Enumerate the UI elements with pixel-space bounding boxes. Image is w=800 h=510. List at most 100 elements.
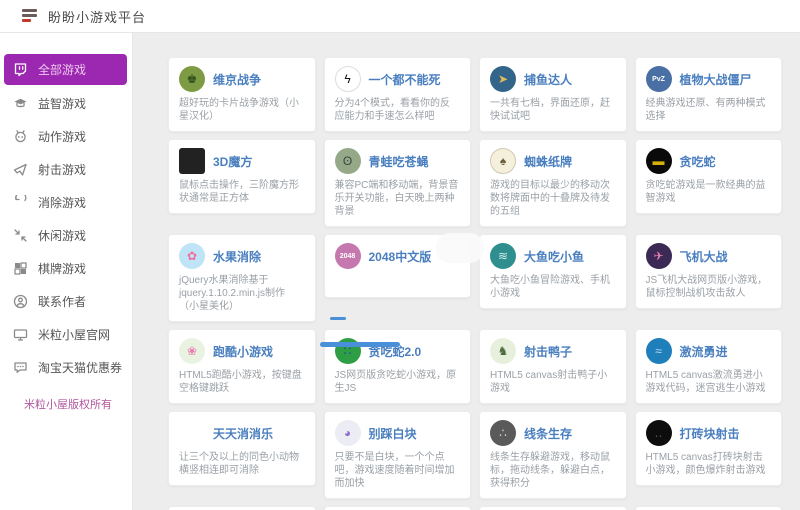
copyright-link[interactable]: 米粒小屋版权所有 [0,396,132,412]
sidebar-item-4[interactable]: 消除游戏 [0,186,132,219]
game-title: 水果消除 [213,248,261,265]
sidebar-item-label: 消除游戏 [38,194,86,211]
sidebar-item-0[interactable]: 全部游戏 [4,54,127,85]
daily-crush-icon [179,420,205,446]
game-description: HTML5 canvas激流勇进小游戏代码，迷宫逃生小游戏 [646,369,772,395]
game-card-fishing-master[interactable]: ➤捕鱼达人一共有七档，界面还原，赶快试试吧 [479,57,627,132]
game-card-parkour[interactable]: ❀跑酷小游戏 HTML5跑酷小游戏，按键盘空格键跳跃 [168,329,316,404]
sidebar: 全部游戏益智游戏动作游戏射击游戏消除游戏休闲游戏棋牌游戏联系作者米粒小屋官网淘宝… [0,32,133,510]
game-card-header: ♠蜘蛛纸牌 [490,148,616,174]
brick-shooter-icon: ‥ [646,420,672,446]
frog-eats-flies-icon: ʘ [335,148,361,174]
game-description: 分为4个模式，看看你的反应能力和手速怎么样吧 [335,97,461,123]
game-card-line-survival[interactable]: ∴线条生存线条生存躲避游戏，移动鼠标，拖动线条，躲避白点，获得积分 [479,411,627,499]
2048-chinese-icon: 2048 [335,243,361,269]
game-title: 天天消消乐 [213,425,273,442]
gamepad-twitch-icon [13,62,28,77]
app-logo-icon [22,9,37,23]
game-card-shoot-ducks[interactable]: ♞射击鸭子HTML5 canvas射击鸭子小游戏 [479,329,627,404]
game-card-defend-planet-shooter[interactable]: ☄保卫星球射击星球防御游戏，太空战机为阻止星球遭遇小行星撞击 [168,506,316,510]
game-card-header: ◕别踩白块 [335,420,461,446]
game-card-fruit-crush[interactable]: ✿水果消除jQuery水果消除基于jquery.1.10.2.min.js制作（… [168,234,316,322]
sidebar-item-6[interactable]: 棋牌游戏 [0,252,132,285]
game-title: 大鱼吃小鱼 [524,248,584,265]
game-grid: ♚维京战争超好玩的卡片战争游戏（小星汉化）ϟ一个都不能死分为4个模式，看看你的反… [133,32,800,510]
game-card-header: ♞射击鸭子 [490,338,616,364]
game-card-3d-cube[interactable]: 3D魔方鼠标点击操作，三阶魔方形状通常是正方体 [168,139,316,214]
game-card-frog-eats-flies[interactable]: ʘ青蛙吃苍蝇兼容PC端和移动端，背景音乐开关功能，白天晚上两种背景 [324,139,472,227]
top-header: 盼盼小游戏平台 [0,0,800,33]
plane-war-icon: ✈ [646,243,672,269]
game-title: 打砖块射击 [680,425,740,442]
sidebar-item-9[interactable]: 淘宝天猫优惠券 [0,351,132,384]
game-title: 植物大战僵尸 [680,71,752,88]
game-description: HTML5 canvas打砖块射击小游戏，颜色爆炸射击游戏 [646,451,772,477]
fruit-crush-icon: ✿ [179,243,205,269]
game-description: 让三个及以上的同色小动物横竖相连即可消除 [179,451,305,477]
game-card-dont-tap-white-tile[interactable]: ◕别踩白块只要不是白块，一个个点吧，游戏速度随着时间增加而加快 [324,411,472,499]
game-card-big-fish-eats-small-fish[interactable]: ≋ 大鱼吃小鱼大鱼吃小鱼冒险游戏、手机小游戏 [479,234,627,309]
game-card-snake-2[interactable]: ∷贪吃蛇2.0JS网页版贪吃蛇小游戏，原生JS [324,329,472,404]
game-card-header: 天天消消乐 [179,420,305,446]
line-survival-icon: ∴ [490,420,516,446]
alien-face-icon [13,129,28,144]
game-card-no-one-can-die[interactable]: ϟ一个都不能死分为4个模式，看看你的反应能力和手速怎么样吧 [324,57,472,132]
game-card-header: ‥ 打砖块射击 [646,420,772,446]
game-description: 鼠标点击操作，三阶魔方形状通常是正方体 [179,179,305,205]
game-card-header: ✿ 水果消除 [179,243,305,269]
paper-plane-icon [13,162,28,177]
sidebar-item-2[interactable]: 动作游戏 [0,120,132,153]
game-row: 3D魔方鼠标点击操作，三阶魔方形状通常是正方体ʘ青蛙吃苍蝇兼容PC端和移动端，背… [168,139,782,227]
sidebar-item-1[interactable]: 益智游戏 [0,87,132,120]
game-card-pacman[interactable]: ◗吃豆人按［空格］开始或暂停、继续，键盘方向键进行游戏 [324,506,472,510]
sidebar-item-8[interactable]: 米粒小屋官网 [0,318,132,351]
user-circle-icon [13,294,28,309]
game-card-header: PvZ 植物大战僵尸 [646,66,772,92]
3d-cube-icon [179,148,205,174]
game-card-tetris[interactable]: ✚俄罗斯方块界面简洁，难度可选：简单、一般、困难，键盘操作 [635,506,783,510]
sidebar-item-label: 米粒小屋官网 [38,326,110,343]
sidebar-item-label: 休闲游戏 [38,227,86,244]
comment-dots-icon [13,360,28,375]
game-card-plants-vs-zombies[interactable]: PvZ植物大战僵尸经典游戏还原、有两种模式选择 [635,57,783,132]
sidebar-item-label: 淘宝天猫优惠券 [38,359,122,376]
game-card-header: ʘ青蛙吃苍蝇 [335,148,461,174]
game-card-header: ϟ一个都不能死 [335,66,461,92]
game-row: ♚维京战争超好玩的卡片战争游戏（小星汉化）ϟ一个都不能死分为4个模式，看看你的反… [168,57,782,132]
game-card-header: ♚维京战争 [179,66,305,92]
big-fish-eats-small-fish-icon: ≋ [490,243,516,269]
parkour-icon: ❀ [179,338,205,364]
game-description: HTML5跑酷小游戏，按键盘空格键跳跃 [179,369,305,395]
game-description: 只要不是白块，一个个点吧，游戏速度随着时间增加而加快 [335,451,461,490]
game-card-plane-war[interactable]: ✈飞机大战JS飞机大战网页版小游戏，鼠标控制战机攻击敌人 [635,234,783,309]
game-description: JS网页版贪吃蛇小游戏，原生JS [335,369,461,395]
game-card-daily-crush[interactable]: 天天消消乐让三个及以上的同色小动物横竖相连即可消除 [168,411,316,486]
game-card-header: ✈飞机大战 [646,243,772,269]
game-title: 贪吃蛇 [680,153,716,170]
game-description: 超好玩的卡片战争游戏（小星汉化） [179,97,305,123]
game-card-rapids-adventure[interactable]: ≈ 激流勇进 HTML5 canvas激流勇进小游戏代码，迷宫逃生小游戏 [635,329,783,404]
game-description: 大鱼吃小鱼冒险游戏、手机小游戏 [490,274,616,300]
sidebar-item-7[interactable]: 联系作者 [0,285,132,318]
viking-war-icon: ♚ [179,66,205,92]
game-row: ❀跑酷小游戏 HTML5跑酷小游戏，按键盘空格键跳跃 ∷贪吃蛇2.0JS网页版贪吃蛇… [168,329,782,404]
plants-vs-zombies-icon: PvZ [646,66,672,92]
game-card-header: ❀跑酷小游戏 [179,338,305,364]
rapids-adventure-icon: ≈ [646,338,672,364]
game-card-viking-war[interactable]: ♚维京战争超好玩的卡片战争游戏（小星汉化） [168,57,316,132]
game-card-header: ▬贪吃蛇 [646,148,772,174]
game-description: 一共有七档，界面还原，赶快试试吧 [490,97,616,123]
game-title: 捕鱼达人 [524,71,572,88]
game-title: 激流勇进 [680,343,728,360]
game-card-snake[interactable]: ▬贪吃蛇贪吃蛇游戏是一款经典的益智游戏 [635,139,783,214]
game-title: 别踩白块 [369,425,417,442]
game-card-spider-solitaire[interactable]: ♠蜘蛛纸牌游戏的目标以最少的移动次数将牌面中的十叠牌及待发的五组 [479,139,627,227]
sidebar-item-5[interactable]: 休闲游戏 [0,219,132,252]
game-card-header: ≋ 大鱼吃小鱼 [490,243,616,269]
game-card-brick-shooter[interactable]: ‥ 打砖块射击 HTML5 canvas打砖块射击小游戏，颜色爆炸射击游戏 [635,411,783,486]
game-description: 贪吃蛇游戏是一款经典的益智游戏 [646,179,772,205]
compress-arrows-icon [13,228,28,243]
highlight-dash [330,317,346,320]
game-card-happy-crush[interactable]: 开心消消乐支持PC端和移动端，一款三消游戏，游戏画面精美 [479,506,627,510]
sidebar-item-3[interactable]: 射击游戏 [0,153,132,186]
